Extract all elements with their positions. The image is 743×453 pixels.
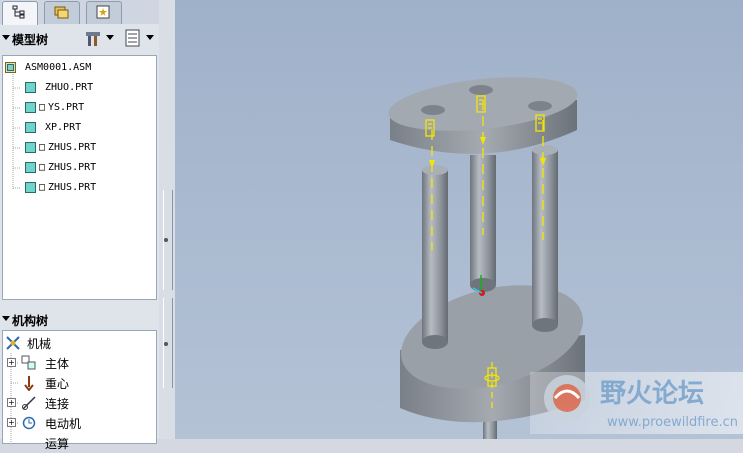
tree-item-label: YS.PRT — [48, 102, 85, 113]
watermark-title: 野火论坛 — [600, 379, 704, 409]
splitter-grip — [164, 342, 168, 346]
plate-hole — [528, 101, 552, 111]
plate-hole — [469, 85, 493, 95]
favorites-tab[interactable] — [86, 1, 122, 24]
gravity-icon — [24, 376, 34, 391]
tree-item-label: XP.PRT — [45, 122, 82, 133]
mechanism-tree-title: 机构树 — [12, 314, 49, 328]
part-icon — [25, 182, 36, 193]
part-icon — [25, 122, 36, 133]
panel-splitter[interactable] — [159, 0, 175, 439]
part-icon — [25, 102, 36, 113]
watermark-url: www.proewildfire.cn — [607, 415, 738, 430]
collapse-triangle-icon[interactable] — [2, 316, 10, 321]
tree-connector-lines — [12, 74, 21, 189]
rod-right[interactable] — [532, 145, 558, 332]
mech-item-label: 重心 — [45, 377, 70, 391]
tree-icon — [12, 5, 25, 19]
model-tree-tab[interactable] — [2, 1, 38, 25]
settings-tools-icon[interactable] — [84, 29, 104, 47]
bottom-shaft — [483, 420, 497, 440]
tree-filter-icon[interactable] — [124, 29, 142, 47]
model-tree-title: 模型树 — [12, 33, 49, 47]
mech-item-label: 连接 — [45, 397, 70, 411]
plate-hole — [421, 105, 445, 115]
panel-tab-bar — [0, 0, 175, 25]
tree-item-label: ZHUO.PRT — [45, 82, 94, 93]
placement-marker-icon: □ — [39, 102, 46, 113]
tree-item-label: ZHUS.PRT — [48, 162, 97, 173]
part-icon — [25, 142, 36, 153]
tree-item-label: ZHUS.PRT — [48, 182, 97, 193]
placement-marker-icon: □ — [39, 142, 46, 153]
collapse-triangle-icon[interactable] — [2, 35, 10, 40]
folder-icon — [54, 6, 69, 19]
mechanism-icon — [6, 336, 20, 350]
rod-middle[interactable] — [470, 155, 496, 292]
bodies-icon — [21, 355, 36, 370]
placement-marker-icon: □ — [39, 182, 46, 193]
motor-icon — [22, 416, 36, 430]
mech-item-label: 主体 — [45, 357, 70, 371]
expand-plus-icon[interactable]: + — [7, 398, 16, 407]
expand-plus-icon[interactable]: + — [7, 418, 16, 427]
graphics-viewport[interactable]: 野火论坛 www.proewildfire.cn — [175, 0, 743, 440]
model-tree[interactable]: ASM0001.ASM ZHUO.PRT □ YS.PRT XP.PRT □ Z… — [2, 55, 157, 300]
folder-browser-tab[interactable] — [44, 1, 80, 24]
chevron-down-icon[interactable] — [146, 35, 154, 41]
chevron-down-icon[interactable] — [106, 35, 114, 41]
part-icon — [25, 162, 36, 173]
placement-marker-icon: □ — [39, 162, 46, 173]
star-icon — [96, 5, 110, 19]
assembly-icon — [5, 62, 16, 73]
left-panel: 模型树 ASM0001.ASM ZHUO.PRT □ YS.PRT XP.PRT… — [0, 0, 175, 451]
watermark: 野火论坛 www.proewildfire.cn — [530, 372, 743, 434]
expand-plus-icon[interactable]: + — [7, 358, 16, 367]
tree-item-label: ZHUS.PRT — [48, 142, 97, 153]
part-icon — [25, 82, 36, 93]
mech-item-label: 运算 — [45, 437, 70, 451]
rod-left[interactable] — [422, 165, 448, 349]
mech-root-label: 机械 — [27, 337, 52, 351]
mech-item-label: 电动机 — [45, 417, 82, 431]
assembly-model[interactable]: 野火论坛 www.proewildfire.cn — [175, 0, 743, 440]
tree-root-label: ASM0001.ASM — [25, 62, 92, 73]
splitter-grip — [164, 238, 168, 242]
connection-icon — [22, 396, 36, 410]
mechanism-tree[interactable]: 机械 + 主体 重心 + 连接 + 电动机 运算 — [2, 330, 157, 451]
model-tree-header[interactable]: 模型树 — [0, 26, 158, 52]
